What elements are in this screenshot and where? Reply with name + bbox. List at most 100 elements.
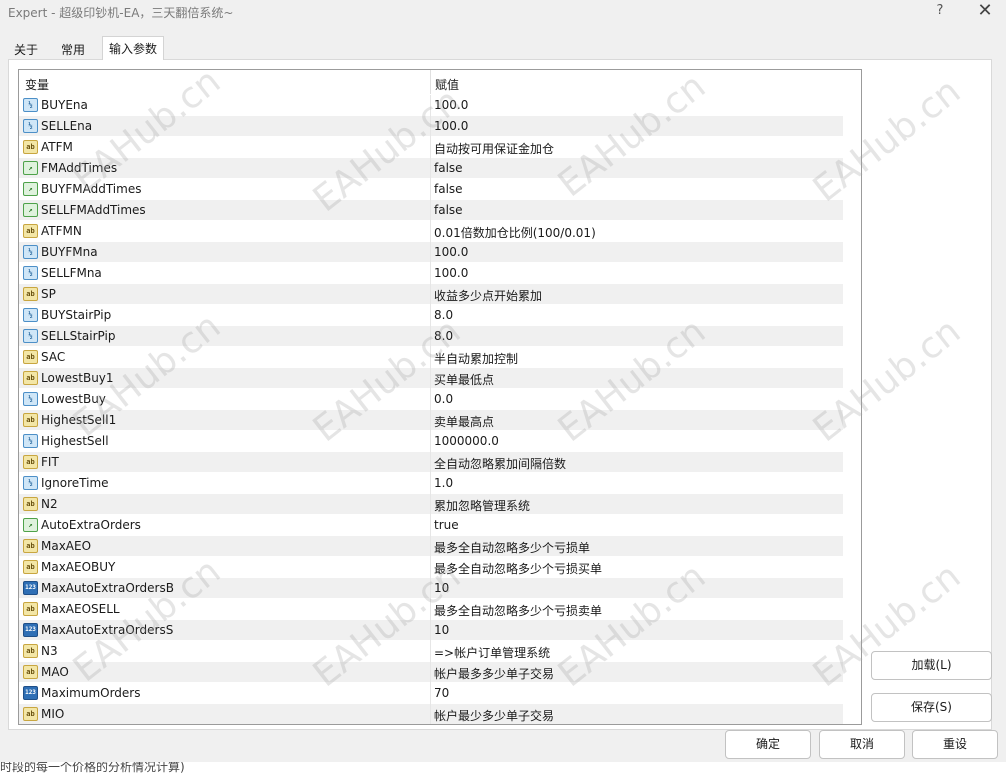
parameters-grid[interactable]: 变量 赋值 ½ BUYEna 100.0 ½ SELLEna 100.0 ab ATFM 自动按…: [18, 69, 862, 725]
parameter-row[interactable]: 123 MaximumOrders 70: [19, 683, 843, 704]
parameter-value[interactable]: false: [434, 203, 463, 217]
parameter-row[interactable]: ab MAO 帐户最多多少单子交易: [19, 662, 843, 683]
load-button[interactable]: 加载(L): [871, 651, 992, 680]
parameter-row[interactable]: ab HighestSell1 卖单最高点: [19, 410, 843, 431]
parameter-value[interactable]: 100.0: [434, 98, 468, 112]
parameter-value[interactable]: 自动按可用保证金加仓: [434, 140, 554, 157]
cell-divider: [430, 452, 431, 473]
column-divider[interactable]: [430, 70, 431, 94]
double-type-icon: ½: [23, 392, 38, 406]
cell-divider: [430, 641, 431, 662]
parameter-row[interactable]: ab N3 =>帐户订单管理系统: [19, 641, 843, 662]
tab-inputs[interactable]: 输入参数: [102, 36, 165, 60]
parameter-row[interactable]: ab MaxAEO 最多全自动忽略多少个亏损单: [19, 536, 843, 557]
ok-button[interactable]: 确定: [725, 730, 811, 759]
parameter-value[interactable]: false: [434, 161, 463, 175]
column-header-variable[interactable]: 变量: [25, 76, 49, 93]
cell-divider: [430, 536, 431, 557]
parameter-value[interactable]: 10: [434, 623, 449, 637]
reset-button[interactable]: 重设: [912, 730, 998, 759]
parameter-row[interactable]: ab MaxAEOSELL 最多全自动忽略多少个亏损卖单: [19, 599, 843, 620]
parameter-row[interactable]: ½ SELLEna 100.0: [19, 116, 843, 137]
string-type-icon: ab: [23, 413, 38, 427]
tab-about[interactable]: 关于: [8, 38, 44, 60]
parameter-value[interactable]: 0.01倍数加仓比例(100/0.01): [434, 224, 596, 241]
integer-type-icon: 123: [23, 623, 38, 637]
parameter-name: ATFMN: [41, 224, 82, 238]
parameter-row[interactable]: ab SP 收益多少点开始累加: [19, 284, 843, 305]
string-type-icon: ab: [23, 371, 38, 385]
parameter-row[interactable]: ½ HighestSell 1000000.0: [19, 431, 843, 452]
parameter-name: N3: [41, 644, 58, 658]
parameter-value[interactable]: 全自动忽略累加间隔倍数: [434, 455, 566, 472]
cell-divider: [430, 347, 431, 368]
column-header-value[interactable]: 赋值: [435, 76, 459, 93]
parameter-row[interactable]: ½ SELLFMna 100.0: [19, 263, 843, 284]
parameter-value[interactable]: 收益多少点开始累加: [434, 287, 542, 304]
parameter-value[interactable]: =>帐户订单管理系统: [434, 644, 550, 661]
parameter-row[interactable]: ↗ SELLFMAddTimes false: [19, 200, 843, 221]
close-button[interactable]: ✕: [972, 0, 998, 22]
parameter-row[interactable]: ½ SELLStairPip 8.0: [19, 326, 843, 347]
parameter-row[interactable]: ½ BUYEna 100.0: [19, 95, 843, 116]
parameter-row[interactable]: 123 MaxAutoExtraOrdersS 10: [19, 620, 843, 641]
save-button[interactable]: 保存(S): [871, 693, 992, 722]
parameter-value[interactable]: 买单最低点: [434, 371, 494, 388]
string-type-icon: ab: [23, 497, 38, 511]
parameter-value[interactable]: 10: [434, 581, 449, 595]
parameter-row[interactable]: ↗ BUYFMAddTimes false: [19, 179, 843, 200]
parameter-value[interactable]: 70: [434, 686, 449, 700]
parameter-value[interactable]: 半自动累加控制: [434, 350, 518, 367]
parameter-row[interactable]: 123 MaxAutoExtraOrdersB 10: [19, 578, 843, 599]
integer-type-icon: 123: [23, 686, 38, 700]
cell-divider: [430, 284, 431, 305]
double-type-icon: ½: [23, 98, 38, 112]
parameter-row[interactable]: ab MaxAEOBUY 最多全自动忽略多少个亏损买单: [19, 557, 843, 578]
parameter-value[interactable]: 最多全自动忽略多少个亏损买单: [434, 560, 602, 577]
parameter-row[interactable]: ↗ FMAddTimes false: [19, 158, 843, 179]
cell-divider: [430, 179, 431, 200]
parameter-value[interactable]: false: [434, 182, 463, 196]
parameter-value[interactable]: 帐户最少多少单子交易: [434, 707, 554, 724]
parameter-name: BUYEna: [41, 98, 88, 112]
parameter-value[interactable]: 0.0: [434, 392, 453, 406]
cell-divider: [430, 137, 431, 158]
bool-type-icon: ↗: [23, 182, 38, 196]
parameter-row[interactable]: ½ BUYStairPip 8.0: [19, 305, 843, 326]
parameter-value[interactable]: 最多全自动忽略多少个亏损卖单: [434, 602, 602, 619]
parameter-row[interactable]: ↗ AutoExtraOrders true: [19, 515, 843, 536]
parameter-value[interactable]: 1.0: [434, 476, 453, 490]
help-button[interactable]: ?: [935, 3, 945, 18]
parameter-value[interactable]: true: [434, 518, 459, 532]
parameter-row[interactable]: ½ LowestBuy 0.0: [19, 389, 843, 410]
parameter-row[interactable]: ab FIT 全自动忽略累加间隔倍数: [19, 452, 843, 473]
parameter-value[interactable]: 100.0: [434, 245, 468, 259]
parameter-row[interactable]: ab LowestBuy1 买单最低点: [19, 368, 843, 389]
parameter-value[interactable]: 8.0: [434, 308, 453, 322]
parameter-value[interactable]: 8.0: [434, 329, 453, 343]
parameter-row[interactable]: ab MIO 帐户最少多少单子交易: [19, 704, 843, 724]
parameter-row[interactable]: ab ATFMN 0.01倍数加仓比例(100/0.01): [19, 221, 843, 242]
parameter-row[interactable]: ab N2 累加忽略管理系统: [19, 494, 843, 515]
cell-divider: [430, 473, 431, 494]
parameter-row[interactable]: ab SAC 半自动累加控制: [19, 347, 843, 368]
cell-divider: [430, 578, 431, 599]
string-type-icon: ab: [23, 602, 38, 616]
parameter-value[interactable]: 帐户最多多少单子交易: [434, 665, 554, 682]
string-type-icon: ab: [23, 707, 38, 721]
parameter-value[interactable]: 累加忽略管理系统: [434, 497, 530, 514]
cancel-button[interactable]: 取消: [819, 730, 905, 759]
bool-type-icon: ↗: [23, 518, 38, 532]
parameter-row[interactable]: ½ IgnoreTime 1.0: [19, 473, 843, 494]
parameter-value[interactable]: 1000000.0: [434, 434, 499, 448]
double-type-icon: ½: [23, 308, 38, 322]
parameter-value[interactable]: 卖单最高点: [434, 413, 494, 430]
parameter-value[interactable]: 100.0: [434, 119, 468, 133]
parameter-value[interactable]: 最多全自动忽略多少个亏损单: [434, 539, 590, 556]
tab-common[interactable]: 常用: [55, 38, 91, 60]
parameter-value[interactable]: 100.0: [434, 266, 468, 280]
parameter-row[interactable]: ab ATFM 自动按可用保证金加仓: [19, 137, 843, 158]
parameter-row[interactable]: ½ BUYFMna 100.0: [19, 242, 843, 263]
string-type-icon: ab: [23, 560, 38, 574]
cell-divider: [430, 389, 431, 410]
